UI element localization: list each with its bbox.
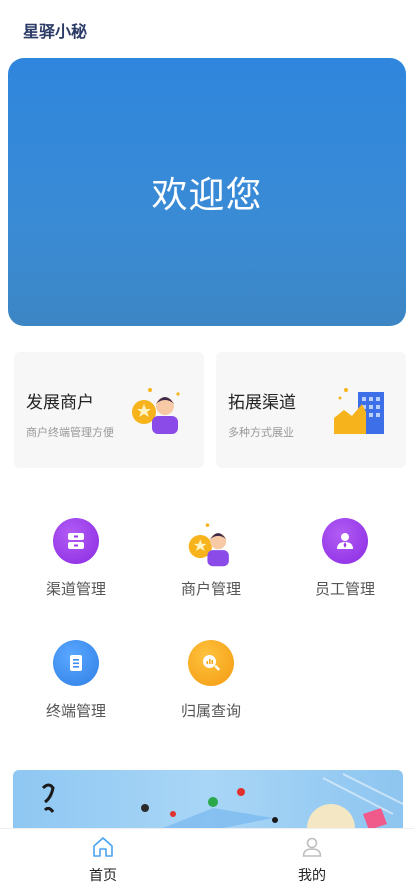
menu-label: 归属查询 <box>180 702 241 720</box>
tab-label: 我的 <box>298 868 326 884</box>
home-icon <box>93 837 113 857</box>
menu-terminal-management[interactable]: 终端管理 <box>16 640 136 721</box>
promo-banner[interactable] <box>13 770 403 830</box>
menu-ownership-query[interactable]: 归属查询 <box>151 640 271 721</box>
card-develop-merchant[interactable]: 发展商户 商户终端管理方便 <box>14 352 204 468</box>
employee-icon <box>322 518 368 564</box>
tab-label: 首页 <box>89 868 117 884</box>
promo-banner-graphic <box>41 773 403 830</box>
bottom-tab-bar: 首页 我的 <box>0 828 414 896</box>
card-expand-channel[interactable]: 拓展渠道 多种方式展业 <box>216 352 406 468</box>
search-chart-icon <box>188 640 234 686</box>
welcome-text: 欢迎您 <box>151 175 263 216</box>
card-title: 发展商户 <box>26 393 94 413</box>
user-icon <box>302 837 322 857</box>
tab-mine[interactable]: 我的 <box>272 835 352 885</box>
card-title: 拓展渠道 <box>228 393 296 413</box>
merchant-person-icon <box>186 518 236 568</box>
menu-merchant-management[interactable]: 商户管理 <box>151 518 271 599</box>
menu-label: 终端管理 <box>45 702 106 720</box>
tab-home[interactable]: 首页 <box>63 835 143 885</box>
menu-employee-management[interactable]: 员工管理 <box>285 518 405 599</box>
merchant-person-icon <box>132 388 180 434</box>
app-title: 星驿小秘 <box>23 22 88 41</box>
building-chart-icon <box>334 388 384 434</box>
card-subtitle: 商户终端管理方便 <box>26 426 114 439</box>
drawer-icon <box>53 518 99 564</box>
document-icon <box>53 640 99 686</box>
menu-label: 渠道管理 <box>45 580 106 598</box>
welcome-banner: 欢迎您 <box>8 58 406 326</box>
menu-label: 商户管理 <box>180 580 241 598</box>
menu-label: 员工管理 <box>314 580 375 598</box>
menu-channel-management[interactable]: 渠道管理 <box>16 518 136 599</box>
card-subtitle: 多种方式展业 <box>228 426 294 439</box>
